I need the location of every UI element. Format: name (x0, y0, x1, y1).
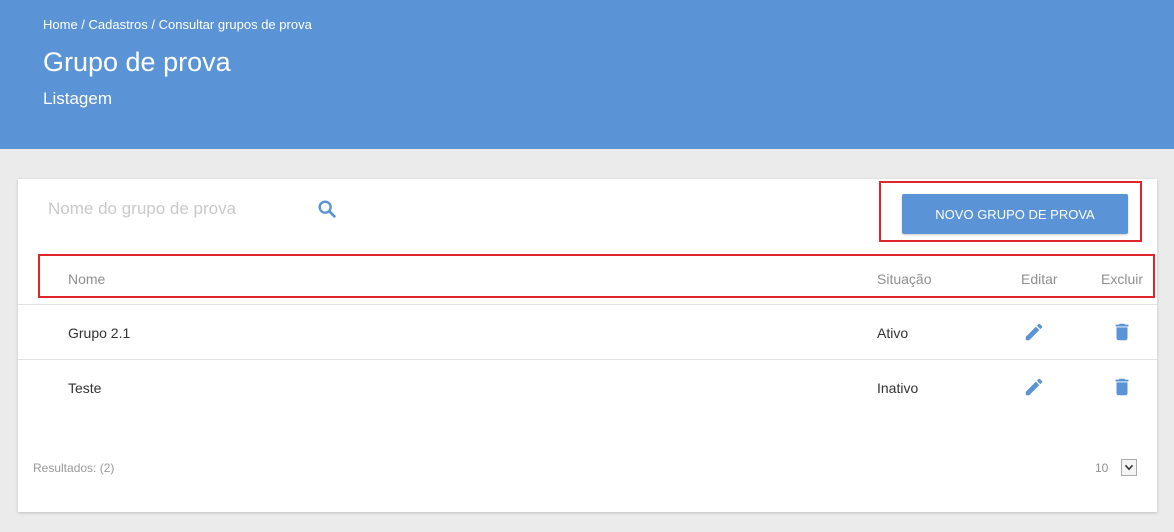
search-input[interactable] (48, 195, 298, 223)
page-title: Grupo de prova (43, 47, 231, 77)
column-header-delete: Excluir (1101, 271, 1144, 287)
page-header: Home / Cadastros / Consultar grupos de p… (0, 0, 1174, 149)
results-count: Resultados: (2) (33, 461, 115, 475)
header-divider (18, 304, 1157, 305)
page-subtitle: Listagem (43, 89, 112, 108)
row-status: Ativo (877, 325, 909, 341)
pencil-icon[interactable] (1023, 321, 1045, 343)
page-size-value[interactable]: 10 (1095, 461, 1108, 475)
chevron-down-icon[interactable] (1121, 459, 1137, 476)
column-header-status[interactable]: Situação (877, 271, 931, 287)
column-header-edit: Editar (1021, 271, 1058, 287)
trash-icon[interactable] (1111, 376, 1133, 398)
table-header-highlight (38, 254, 1155, 298)
new-group-button[interactable]: NOVO GRUPO DE PROVA (902, 194, 1128, 234)
row-name: Grupo 2.1 (68, 325, 131, 341)
row-status: Inativo (877, 380, 919, 396)
pencil-icon[interactable] (1023, 376, 1045, 398)
search-icon[interactable] (316, 198, 338, 220)
trash-icon[interactable] (1111, 321, 1133, 343)
column-header-name[interactable]: Nome (68, 271, 105, 287)
row-name: Teste (68, 380, 102, 396)
breadcrumb: Home / Cadastros / Consultar grupos de p… (43, 17, 312, 32)
list-card: NOVO GRUPO DE PROVA Nome Situação Editar… (18, 179, 1157, 512)
row-divider (18, 359, 1157, 360)
